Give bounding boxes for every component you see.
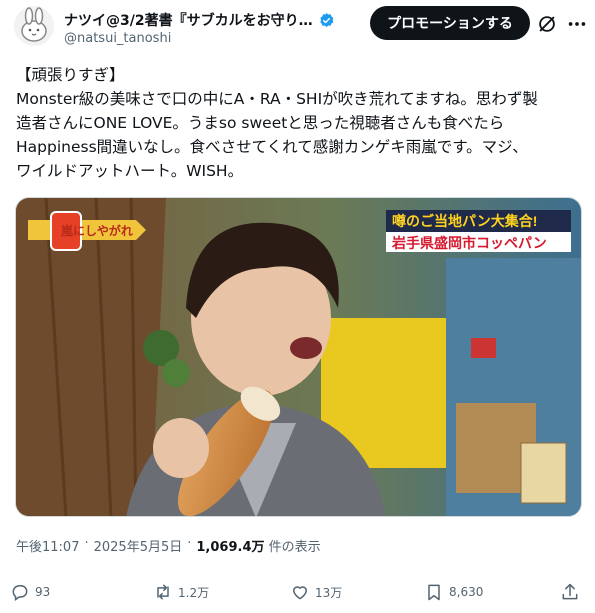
handle[interactable]: @natsui_tanoshi [64,31,171,46]
action-bar: 93 1.2万 13万 8,630 [10,582,585,608]
tweet-header: ナツイ@3/2著書『サブカルをお守り… @natsui_tanoshi プロモー… [14,6,586,50]
verified-badge-icon [319,12,333,27]
meta-separator: · [84,536,89,551]
share-icon [562,583,578,600]
tweet-line: Happiness間違いなし。食べさせてくれて感謝カンゲキ雨嵐です。マジ、 [16,138,528,156]
reply-icon [12,585,28,601]
repost-count: 1.2万 [178,585,210,600]
bookmark-icon [428,584,440,601]
show-logo-text: 嵐にしやがれ [61,223,133,238]
bookmark-count: 8,630 [449,585,484,599]
views-label: 件の表示 [268,540,321,555]
like-button[interactable]: 13万 [290,582,342,602]
banner-line1: 噂のご当地パン大集合! [392,213,537,229]
tweet-date[interactable]: 2025年5月5日 [94,536,183,555]
tweet-line: 造者さんにONE LOVE。うまso sweetと思った視聴者さんも食べたら [16,114,505,132]
tweet-time[interactable]: 午後11:07 [16,536,79,555]
reply-count: 93 [35,585,51,599]
program-banner: 噂のご当地パン大集合! 岩手県盛岡市コッペパン [386,210,571,252]
tweet-meta: 午後11:07 · 2025年5月5日 · 1,069.4万 件の表示 [16,536,321,555]
meta-separator: · [187,536,192,551]
tweet-media-image[interactable]: 嵐にしやがれ 噂のご当地パン大集合! 岩手県盛岡市コッペパン [15,197,582,517]
grok-icon[interactable] [536,13,558,35]
tweet-text: 【頑張りすぎ】 Monster級の美味さで口の中にA・RA・SHIが吹き荒れてま… [16,63,582,183]
repost-icon [157,584,169,600]
like-icon [293,586,307,600]
tweet-line: 【頑張りすぎ】 [16,66,125,84]
more-icon[interactable] [566,13,588,35]
like-count: 13万 [315,585,343,600]
display-name[interactable]: ナツイ@3/2著書『サブカルをお守り… [64,10,313,30]
tweet-line: Monster級の美味さで口の中にA・RA・SHIが吹き荒れてますね。思わず製 [16,90,538,108]
tv-screenshot: 嵐にしやがれ 噂のご当地パン大集合! 岩手県盛岡市コッペパン [16,198,581,516]
banner-line2: 岩手県盛岡市コッペパン [391,235,547,251]
bookmark-button[interactable]: 8,630 [424,582,483,602]
avatar[interactable] [14,6,54,46]
promote-button[interactable]: プロモーションする [370,6,530,40]
tweet-line: ワイルドアットハート。WISH。 [16,162,244,180]
repost-button[interactable]: 1.2万 [153,582,209,602]
rabbit-avatar-icon [21,7,47,42]
views-count: 1,069.4万 [196,540,265,555]
share-button[interactable] [560,582,580,602]
reply-button[interactable]: 93 [10,582,50,602]
